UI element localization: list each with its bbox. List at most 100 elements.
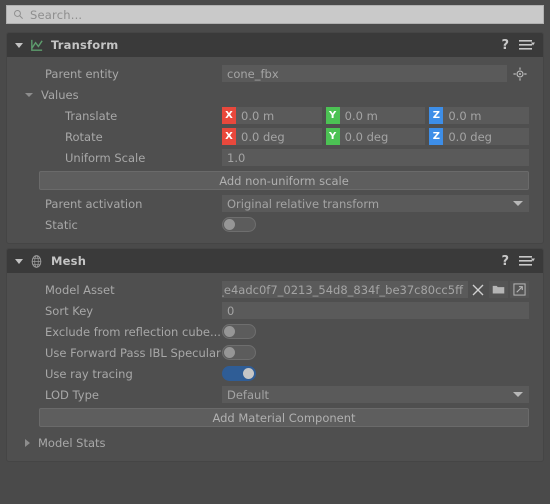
axis-badge-z: Z bbox=[429, 128, 444, 145]
rotate-y-value: 0.0 deg bbox=[344, 129, 389, 144]
rotate-y-field[interactable]: Y 0.0 deg bbox=[325, 128, 426, 145]
translate-z-value: 0.0 m bbox=[448, 108, 482, 123]
exclude-reflection-label: Exclude from reflection cube... bbox=[45, 324, 221, 339]
chevron-down-icon bbox=[513, 201, 523, 206]
use-ray-tracing-label: Use ray tracing bbox=[45, 366, 133, 381]
row-forward-ibl-specular: Use Forward Pass IBL Specular bbox=[7, 342, 543, 363]
row-lod-type: LOD Type Default bbox=[7, 384, 543, 405]
row-exclude-reflection: Exclude from reflection cube... bbox=[7, 321, 543, 342]
uniform-scale-label: Uniform Scale bbox=[65, 150, 146, 165]
transform-help-button[interactable]: ? bbox=[501, 39, 509, 52]
axis-badge-x: X bbox=[222, 128, 236, 145]
uniform-scale-field[interactable]: 1.0 bbox=[222, 149, 529, 166]
mesh-panel-header[interactable]: Mesh ? bbox=[7, 249, 543, 273]
transform-panel-title: Transform bbox=[51, 38, 119, 52]
toggle-knob bbox=[224, 219, 235, 230]
model-asset-open-button[interactable] bbox=[510, 281, 529, 298]
parent-activation-label: Parent activation bbox=[45, 196, 143, 211]
model-asset-browse-button[interactable] bbox=[489, 281, 508, 298]
parent-entity-field[interactable]: cone_fbx bbox=[222, 65, 507, 82]
mesh-panel-body: Model Asset e_e4adc0f7_0213_54d8_834f_be… bbox=[7, 273, 543, 461]
chevron-down-icon bbox=[513, 392, 523, 397]
row-model-asset: Model Asset e_e4adc0f7_0213_54d8_834f_be… bbox=[7, 279, 543, 300]
axis-badge-y: Y bbox=[325, 128, 340, 145]
use-ray-tracing-toggle[interactable] bbox=[222, 366, 256, 381]
lod-type-dropdown[interactable]: Default bbox=[222, 386, 529, 403]
axis-badge-y: Y bbox=[325, 107, 340, 124]
translate-x-value: 0.0 m bbox=[241, 108, 275, 123]
parent-activation-value: Original relative transform bbox=[227, 196, 380, 211]
rotate-label: Rotate bbox=[65, 129, 103, 144]
static-toggle[interactable] bbox=[222, 217, 256, 232]
parent-activation-dropdown[interactable]: Original relative transform bbox=[222, 195, 529, 212]
model-asset-clear-button[interactable] bbox=[468, 281, 487, 298]
row-parent-entity: Parent entity cone_fbx bbox=[7, 63, 543, 84]
transform-menu-button[interactable] bbox=[519, 38, 535, 52]
row-values-group[interactable]: Values bbox=[7, 84, 543, 105]
translate-y-value: 0.0 m bbox=[344, 108, 378, 123]
model-asset-label: Model Asset bbox=[45, 282, 115, 297]
rotate-x-value: 0.0 deg bbox=[241, 129, 285, 144]
model-asset-field[interactable]: e_e4adc0f7_0213_54d8_834f_be37c80cc5ff_ bbox=[222, 281, 468, 298]
axis-badge-x: X bbox=[222, 107, 236, 124]
transform-panel: Transform ? Parent entity cone_fbx Value… bbox=[6, 32, 544, 244]
lod-type-label: LOD Type bbox=[45, 387, 99, 402]
folder-icon bbox=[492, 285, 505, 294]
values-collapse-triangle-icon[interactable] bbox=[25, 92, 33, 97]
row-static: Static bbox=[7, 214, 543, 235]
toggle-knob bbox=[243, 368, 254, 379]
model-stats-expand-triangle-icon[interactable] bbox=[25, 438, 30, 447]
mesh-help-button[interactable]: ? bbox=[501, 255, 509, 268]
row-rotate: Rotate X 0.0 deg Y 0.0 deg Z 0.0 deg bbox=[7, 126, 543, 147]
mesh-collapse-triangle-icon[interactable] bbox=[15, 258, 23, 264]
hamburger-menu-icon bbox=[519, 40, 535, 50]
row-uniform-scale: Uniform Scale 1.0 bbox=[7, 147, 543, 168]
model-stats-header[interactable]: Model Stats bbox=[7, 436, 222, 450]
parent-entity-label: Parent entity bbox=[45, 66, 119, 81]
hamburger-menu-icon bbox=[519, 256, 535, 266]
row-translate: Translate X 0.0 m Y 0.0 m Z 0.0 m bbox=[7, 105, 543, 126]
row-model-stats[interactable]: Model Stats bbox=[7, 430, 543, 453]
mesh-panel-title: Mesh bbox=[51, 254, 87, 268]
close-x-icon bbox=[472, 284, 483, 295]
mesh-menu-button[interactable] bbox=[519, 254, 535, 268]
search-input[interactable]: Search... bbox=[6, 5, 544, 24]
transform-axes-icon bbox=[31, 39, 43, 51]
add-material-component-button[interactable]: Add Material Component bbox=[39, 408, 529, 427]
search-bar-container: Search... bbox=[0, 0, 550, 28]
mesh-panel: Mesh ? Model Asset e_e4adc0f7_0213_54d8_… bbox=[6, 248, 544, 462]
translate-label: Translate bbox=[65, 108, 118, 123]
transform-panel-body: Parent entity cone_fbx Values Translate … bbox=[7, 57, 543, 243]
transform-collapse-triangle-icon[interactable] bbox=[15, 42, 23, 48]
search-icon bbox=[14, 10, 23, 19]
parent-entity-picker-button[interactable] bbox=[511, 65, 529, 82]
transform-panel-header[interactable]: Transform ? bbox=[7, 33, 543, 57]
toggle-knob bbox=[224, 347, 235, 358]
sort-key-label: Sort Key bbox=[45, 303, 94, 318]
translate-z-field[interactable]: Z 0.0 m bbox=[429, 107, 530, 124]
values-group-header[interactable]: Values bbox=[7, 88, 222, 102]
translate-axis-group: X 0.0 m Y 0.0 m Z 0.0 m bbox=[222, 107, 530, 124]
rotate-z-value: 0.0 deg bbox=[448, 129, 492, 144]
rotate-x-field[interactable]: X 0.0 deg bbox=[222, 128, 322, 145]
toggle-knob bbox=[224, 326, 235, 337]
model-stats-label: Model Stats bbox=[38, 435, 106, 450]
forward-ibl-specular-toggle[interactable] bbox=[222, 345, 256, 360]
sort-key-field[interactable]: 0 bbox=[222, 302, 529, 319]
values-group-label: Values bbox=[41, 87, 79, 102]
rotate-axis-group: X 0.0 deg Y 0.0 deg Z 0.0 deg bbox=[222, 128, 530, 145]
add-non-uniform-scale-button[interactable]: Add non-uniform scale bbox=[39, 171, 529, 190]
row-sort-key: Sort Key 0 bbox=[7, 300, 543, 321]
row-add-non-uniform-scale: Add non-uniform scale bbox=[7, 168, 543, 193]
row-add-material-component: Add Material Component bbox=[7, 405, 543, 430]
target-picker-icon bbox=[513, 66, 527, 81]
translate-x-field[interactable]: X 0.0 m bbox=[222, 107, 322, 124]
row-use-ray-tracing: Use ray tracing bbox=[7, 363, 543, 384]
search-placeholder-text: Search... bbox=[30, 7, 83, 22]
lod-type-value: Default bbox=[227, 387, 270, 402]
rotate-z-field[interactable]: Z 0.0 deg bbox=[429, 128, 530, 145]
model-asset-buttons bbox=[468, 281, 529, 298]
static-label: Static bbox=[45, 217, 78, 232]
exclude-reflection-toggle[interactable] bbox=[222, 324, 256, 339]
translate-y-field[interactable]: Y 0.0 m bbox=[325, 107, 426, 124]
